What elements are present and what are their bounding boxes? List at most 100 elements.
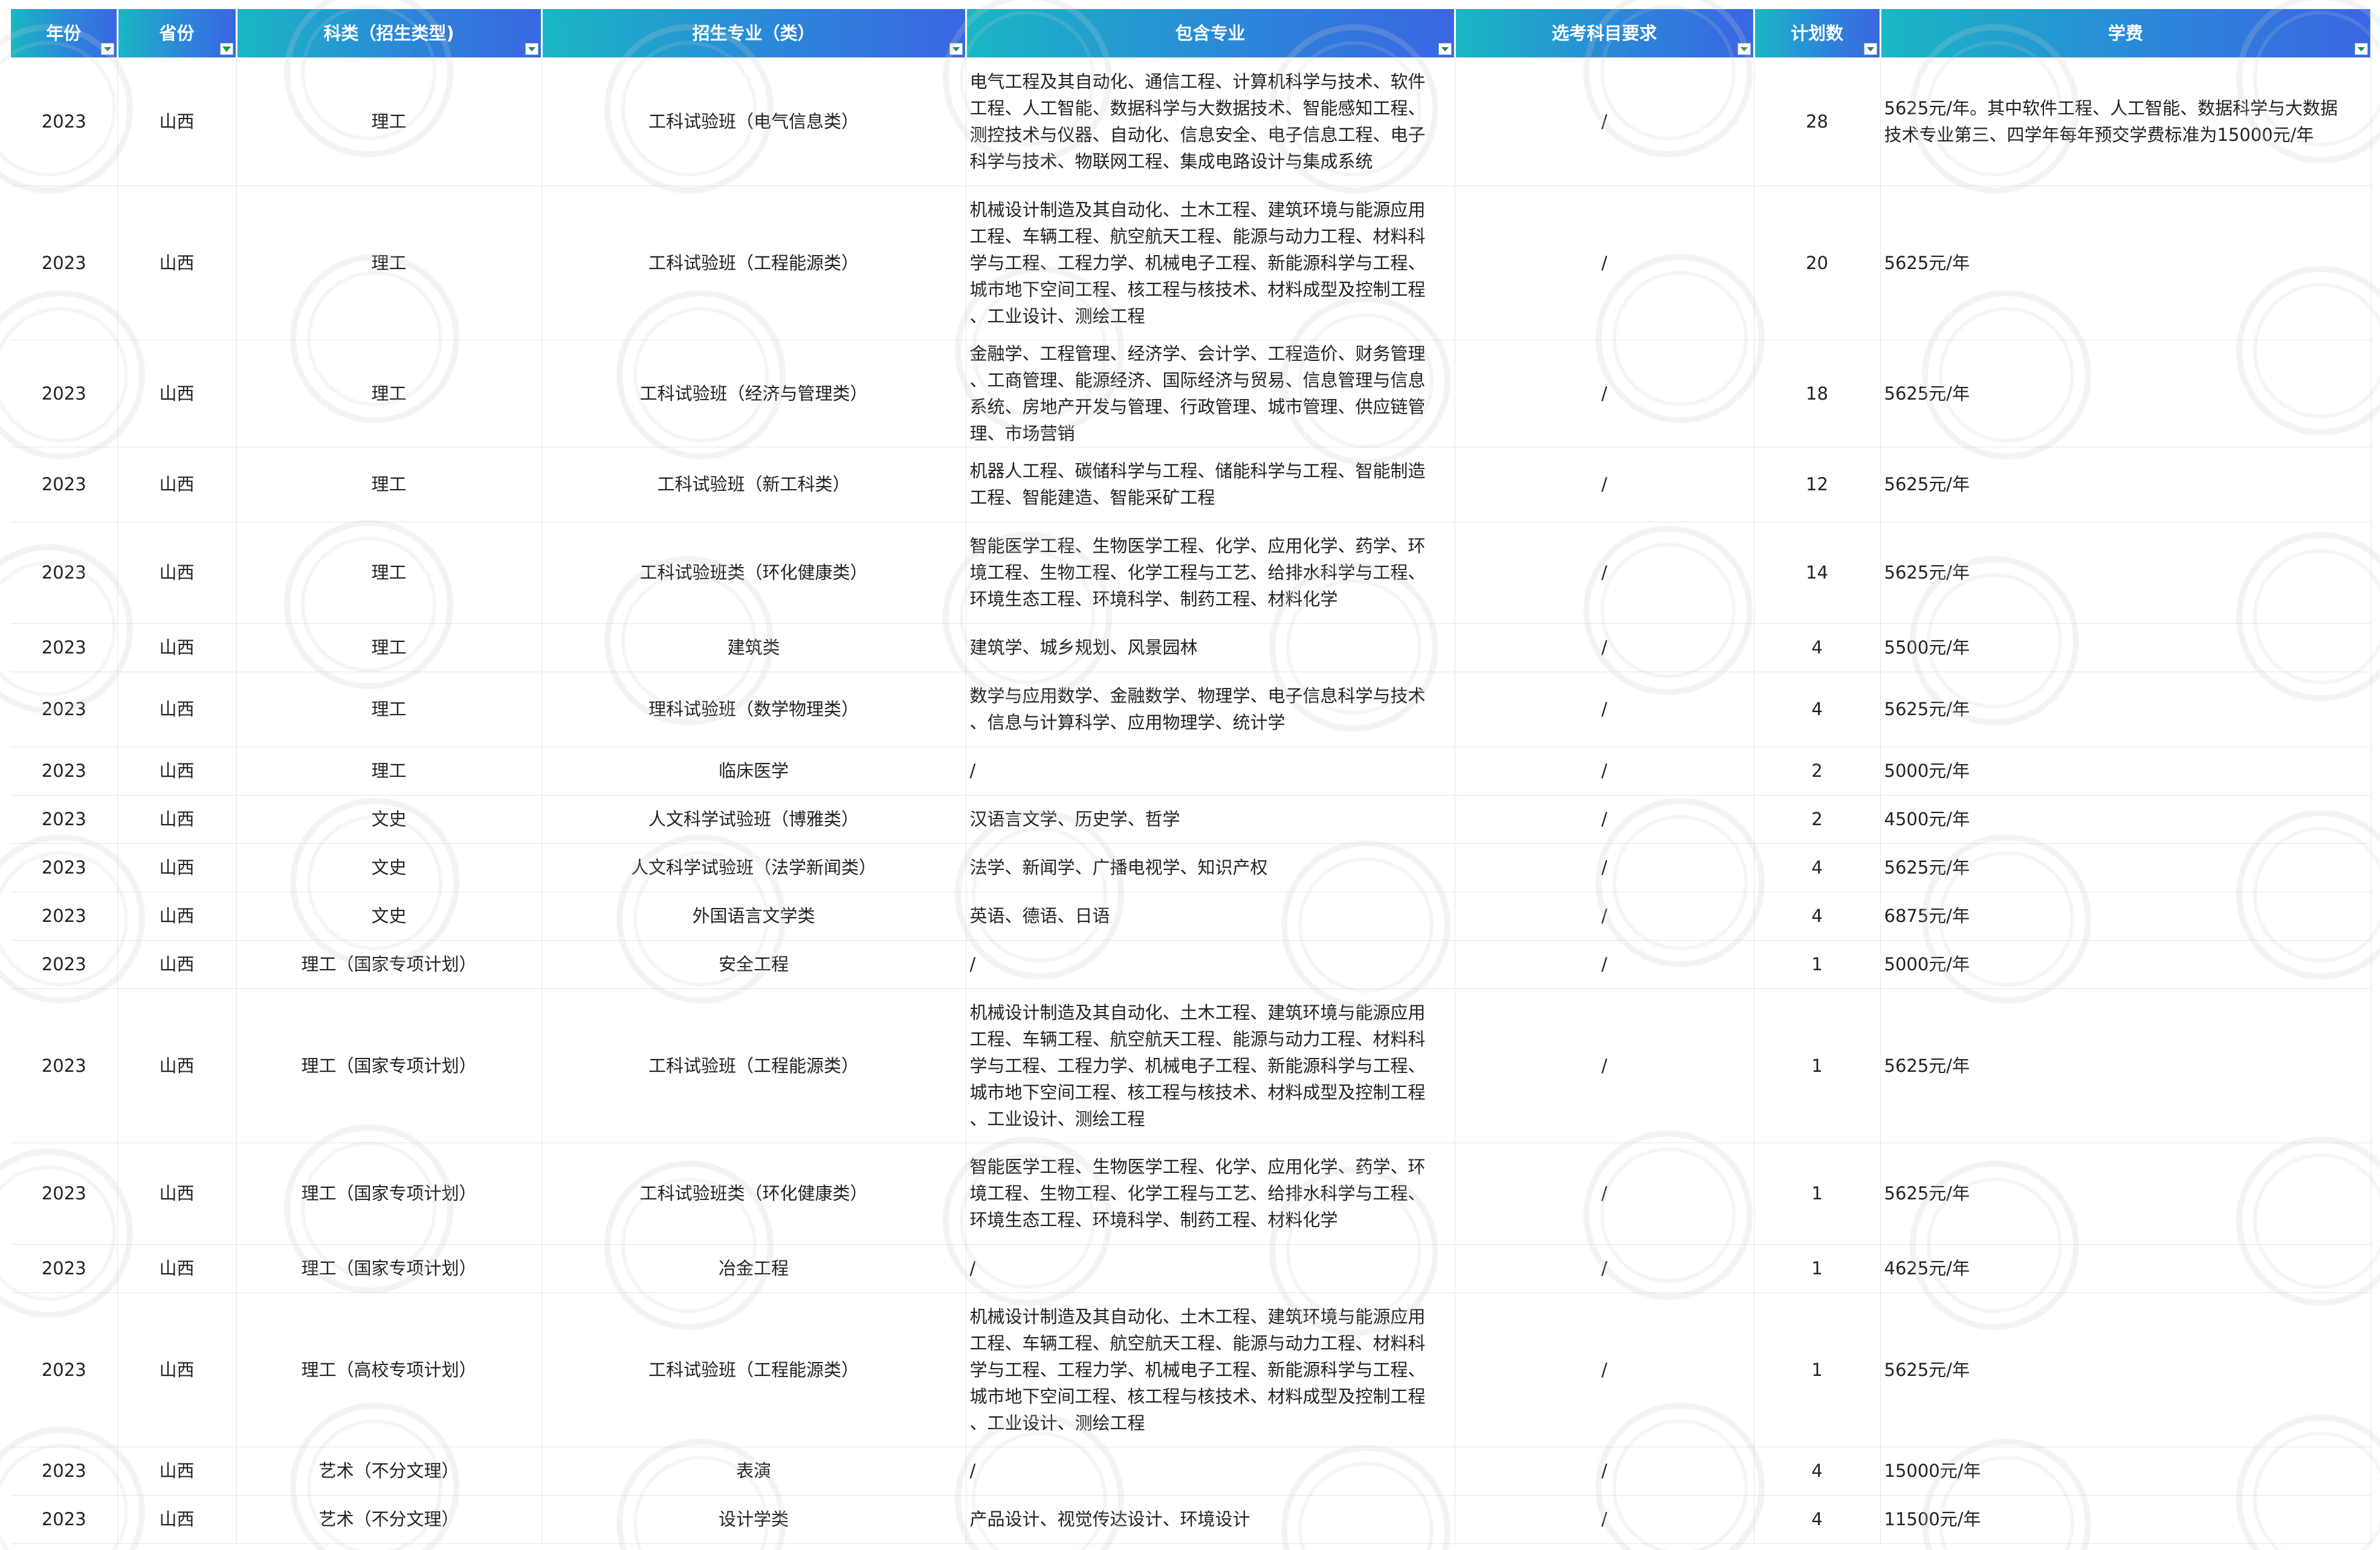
program-cell[interactable]: 工科试验班（电气信息类） bbox=[542, 57, 966, 186]
category-cell[interactable]: 文史 bbox=[236, 843, 542, 892]
majors-cell[interactable]: 电气工程及其自动化、通信工程、计算机科学与技术、软件 工程、人工智能、数据科学与… bbox=[966, 57, 1455, 186]
province-cell[interactable]: 山西 bbox=[117, 747, 237, 796]
filter-dropdown-icon[interactable] bbox=[525, 43, 538, 55]
category-cell[interactable]: 理工 bbox=[236, 522, 542, 624]
province-cell[interactable]: 山西 bbox=[117, 1143, 237, 1245]
plan-cell[interactable]: 20 bbox=[1754, 186, 1881, 340]
column-header[interactable]: 招生专业（类） bbox=[542, 9, 967, 57]
majors-cell[interactable]: 机械设计制造及其自动化、土木工程、建筑环境与能源应用 工程、车辆工程、航空航天工… bbox=[966, 186, 1455, 340]
year-cell[interactable]: 2023 bbox=[11, 672, 118, 747]
filter-dropdown-icon[interactable] bbox=[1438, 43, 1452, 55]
category-cell[interactable]: 理工 bbox=[236, 186, 542, 340]
tuition-cell[interactable]: 5625元/年。其中软件工程、人工智能、数据科学与大数据 技术专业第三、四学年每… bbox=[1880, 57, 2372, 186]
table-row[interactable]: 2023 山西 文史 人文科学试验班（法学新闻类） 法学、新闻学、广播电视学、知识产权 /… bbox=[11, 843, 2372, 892]
subjects-cell[interactable]: / bbox=[1455, 1143, 1754, 1245]
table-row[interactable]: 2023 山西 理工 工科试验班（经济与管理类） 金融学、工程管理、经济学、会计学、工程… bbox=[11, 340, 2372, 447]
majors-cell[interactable]: 建筑学、城乡规划、风景园林 bbox=[966, 623, 1455, 672]
year-cell[interactable]: 2023 bbox=[11, 1447, 118, 1496]
category-cell[interactable]: 理工（国家专项计划） bbox=[236, 940, 542, 989]
subjects-cell[interactable]: / bbox=[1455, 1244, 1754, 1293]
majors-cell[interactable]: 产品设计、视觉传达设计、环境设计 bbox=[966, 1495, 1455, 1544]
year-cell[interactable]: 2023 bbox=[11, 623, 118, 672]
table-row[interactable]: 2023 山西 理工 工科试验班（新工科类） 机器人工程、碳储科学与工程、储能科学与工程… bbox=[11, 447, 2372, 522]
subjects-cell[interactable]: / bbox=[1455, 623, 1754, 672]
tuition-cell[interactable]: 15000元/年 bbox=[1880, 1447, 2372, 1496]
plan-cell[interactable]: 2 bbox=[1754, 795, 1881, 844]
plan-cell[interactable]: 18 bbox=[1754, 340, 1881, 447]
province-cell[interactable]: 山西 bbox=[117, 522, 237, 624]
subjects-cell[interactable]: / bbox=[1455, 447, 1754, 522]
table-row[interactable]: 2023 山西 理工（高校专项计划） 工科试验班（工程能源类） 机械设计制造及其自动化、… bbox=[11, 1292, 2372, 1447]
tuition-cell[interactable]: 5625元/年 bbox=[1880, 522, 2372, 624]
majors-cell[interactable]: 智能医学工程、生物医学工程、化学、应用化学、药学、环 境工程、生物工程、化学工程… bbox=[966, 522, 1455, 624]
table-row[interactable]: 2023 山西 理工（国家专项计划） 安全工程 //1 5000元/年 bbox=[11, 940, 2372, 989]
program-cell[interactable]: 工科试验班（经济与管理类） bbox=[542, 340, 966, 447]
subjects-cell[interactable]: / bbox=[1455, 892, 1754, 941]
subjects-cell[interactable]: / bbox=[1455, 747, 1754, 796]
program-cell[interactable]: 冶金工程 bbox=[542, 1244, 966, 1293]
subjects-cell[interactable]: / bbox=[1455, 522, 1754, 624]
filter-dropdown-icon[interactable] bbox=[100, 43, 114, 55]
year-cell[interactable]: 2023 bbox=[11, 1292, 118, 1447]
filter-active-icon[interactable] bbox=[219, 43, 233, 55]
table-row[interactable]: 2023 山西 理工 建筑类 建筑学、城乡规划、风景园林/4 5500元/年 bbox=[11, 623, 2372, 672]
subjects-cell[interactable]: / bbox=[1455, 340, 1754, 447]
province-cell[interactable]: 山西 bbox=[117, 795, 237, 844]
province-cell[interactable]: 山西 bbox=[117, 447, 237, 522]
tuition-cell[interactable]: 5625元/年 bbox=[1880, 447, 2372, 522]
column-header[interactable]: 计划数 bbox=[1754, 9, 1881, 57]
table-row[interactable]: 2023 山西 理工（国家专项计划） 工科试验班（工程能源类） 机械设计制造及其自动化、… bbox=[11, 988, 2372, 1143]
province-cell[interactable]: 山西 bbox=[117, 892, 237, 941]
column-header[interactable]: 年份 bbox=[11, 9, 118, 57]
plan-cell[interactable]: 1 bbox=[1754, 1292, 1881, 1447]
plan-cell[interactable]: 1 bbox=[1754, 940, 1881, 989]
filter-dropdown-icon[interactable] bbox=[949, 43, 963, 55]
subjects-cell[interactable]: / bbox=[1455, 843, 1754, 892]
tuition-cell[interactable]: 5625元/年 bbox=[1880, 843, 2372, 892]
province-cell[interactable]: 山西 bbox=[117, 988, 237, 1143]
year-cell[interactable]: 2023 bbox=[11, 795, 118, 844]
table-row[interactable]: 2023 山西 理工 临床医学 //2 5000元/年 bbox=[11, 747, 2372, 796]
filter-dropdown-icon[interactable] bbox=[1737, 43, 1751, 55]
year-cell[interactable]: 2023 bbox=[11, 522, 118, 624]
program-cell[interactable]: 安全工程 bbox=[542, 940, 966, 989]
category-cell[interactable]: 文史 bbox=[236, 892, 542, 941]
column-header[interactable]: 科类（招生类型) bbox=[236, 9, 543, 57]
tuition-cell[interactable]: 4500元/年 bbox=[1880, 795, 2372, 844]
program-cell[interactable]: 临床医学 bbox=[542, 747, 966, 796]
table-row[interactable]: 2023 山西 文史 外国语言文学类 英语、德语、日语/4 6875元/年 bbox=[11, 892, 2372, 941]
majors-cell[interactable]: 机械设计制造及其自动化、土木工程、建筑环境与能源应用 工程、车辆工程、航空航天工… bbox=[966, 1292, 1455, 1447]
plan-cell[interactable]: 4 bbox=[1754, 623, 1881, 672]
subjects-cell[interactable]: / bbox=[1455, 1447, 1754, 1496]
plan-cell[interactable]: 1 bbox=[1754, 1143, 1881, 1245]
province-cell[interactable]: 山西 bbox=[117, 57, 237, 186]
plan-cell[interactable]: 12 bbox=[1754, 447, 1881, 522]
tuition-cell[interactable]: 5625元/年 bbox=[1880, 988, 2372, 1143]
table-row[interactable]: 2023 山西 理工（国家专项计划） 冶金工程 //1 4625元/年 bbox=[11, 1244, 2372, 1293]
program-cell[interactable]: 建筑类 bbox=[542, 623, 966, 672]
table-row[interactable]: 2023 山西 艺术（不分文理） 设计学类 产品设计、视觉传达设计、环境设计/4 1150… bbox=[11, 1495, 2372, 1544]
category-cell[interactable]: 艺术（不分文理） bbox=[236, 1447, 542, 1496]
program-cell[interactable]: 表演 bbox=[542, 1447, 966, 1496]
category-cell[interactable]: 理工（高校专项计划） bbox=[236, 1292, 542, 1447]
province-cell[interactable]: 山西 bbox=[117, 1244, 237, 1293]
category-cell[interactable]: 理工（国家专项计划） bbox=[236, 988, 542, 1143]
category-cell[interactable]: 理工（国家专项计划） bbox=[236, 1244, 542, 1293]
year-cell[interactable]: 2023 bbox=[11, 340, 118, 447]
program-cell[interactable]: 设计学类 bbox=[542, 1495, 966, 1544]
subjects-cell[interactable]: / bbox=[1455, 1292, 1754, 1447]
program-cell[interactable]: 工科试验班（新工科类） bbox=[542, 447, 966, 522]
plan-cell[interactable]: 4 bbox=[1754, 1495, 1881, 1544]
tuition-cell[interactable]: 5625元/年 bbox=[1880, 186, 2372, 340]
program-cell[interactable]: 人文科学试验班（博雅类） bbox=[542, 795, 966, 844]
table-row[interactable]: 2023 山西 理工 理科试验班（数学物理类） 数学与应用数学、金融数学、物理学、电子信… bbox=[11, 672, 2372, 747]
column-header[interactable]: 包含专业 bbox=[966, 9, 1456, 57]
tuition-cell[interactable]: 5500元/年 bbox=[1880, 623, 2372, 672]
table-row[interactable]: 2023 山西 理工 工科试验班（工程能源类） 机械设计制造及其自动化、土木工程、建筑环… bbox=[11, 186, 2372, 340]
year-cell[interactable]: 2023 bbox=[11, 843, 118, 892]
program-cell[interactable]: 理科试验班（数学物理类） bbox=[542, 672, 966, 747]
column-header[interactable]: 省份 bbox=[117, 9, 238, 57]
category-cell[interactable]: 理工 bbox=[236, 747, 542, 796]
tuition-cell[interactable]: 5000元/年 bbox=[1880, 940, 2372, 989]
majors-cell[interactable]: 汉语言文学、历史学、哲学 bbox=[966, 795, 1455, 844]
